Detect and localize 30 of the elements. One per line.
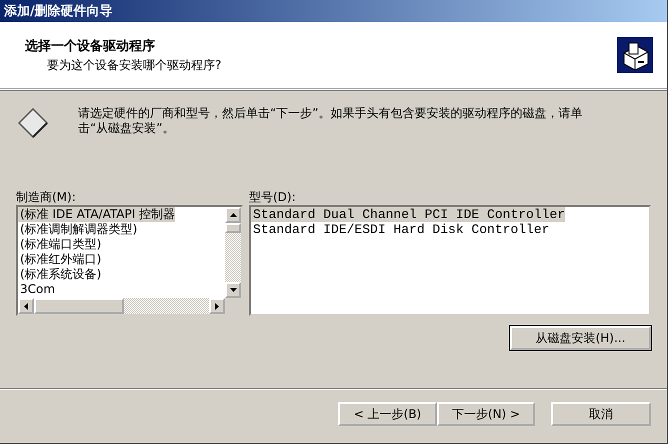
diamond-icon: [18, 108, 48, 138]
right-arrow-icon: [215, 302, 219, 310]
left-arrow-icon: [24, 302, 28, 310]
page-subtitle: 要为这个设备安装哪个驱动程序?: [46, 56, 222, 74]
vertical-scrollbar[interactable]: [225, 207, 241, 298]
instruction-text: 请选定硬件的厂商和型号，然后单击“下一步”。如果手头有包含要安装的驱动程序的磁盘，请单击“从磁盘安装”。: [78, 106, 584, 137]
cancel-button[interactable]: 取消: [551, 402, 651, 426]
up-arrow-icon: [230, 213, 236, 217]
manufacturer-label: 制造商(M):: [16, 190, 77, 205]
down-arrow-icon: [230, 288, 236, 292]
page-title: 选择一个设备驱动程序: [25, 38, 156, 54]
horizontal-scrollbar[interactable]: [18, 298, 241, 314]
have-disk-button[interactable]: 从磁盘安装(H)...: [510, 326, 651, 350]
manufacturer-item[interactable]: (标准系统设备): [18, 267, 102, 282]
model-item[interactable]: Standard Dual Channel PCI IDE Controller: [251, 207, 566, 222]
manufacturer-list[interactable]: (标准 IDE ATA/ATAPI 控制器 (标准调制解调器类型) (标准端口类型) (标准红外端口) (标准系统设备) 3Com: [16, 205, 243, 316]
manufacturer-item[interactable]: (标准调制解调器类型): [18, 222, 138, 237]
next-button[interactable]: 下一步(N) >: [437, 402, 535, 426]
manufacturer-item[interactable]: (标准 IDE ATA/ATAPI 控制器: [18, 207, 176, 222]
manufacturer-item[interactable]: 3Com: [18, 282, 56, 297]
model-item[interactable]: Standard IDE/ESDI Hard Disk Controller: [251, 222, 550, 237]
manufacturer-item[interactable]: (标准端口类型): [18, 237, 102, 252]
model-list[interactable]: Standard Dual Channel PCI IDE Controller Standard IDE/ESDI Hard Disk Controller: [249, 205, 651, 316]
manufacturer-item[interactable]: (标准红外端口): [18, 252, 102, 267]
scroll-thumb[interactable]: [34, 298, 124, 314]
window-title: 添加/删除硬件向导: [4, 3, 113, 20]
model-label: 型号(D):: [249, 190, 297, 205]
hardware-icon: [617, 37, 653, 73]
scroll-thumb[interactable]: [225, 223, 241, 233]
back-button[interactable]: < 上一步(B): [338, 402, 437, 426]
